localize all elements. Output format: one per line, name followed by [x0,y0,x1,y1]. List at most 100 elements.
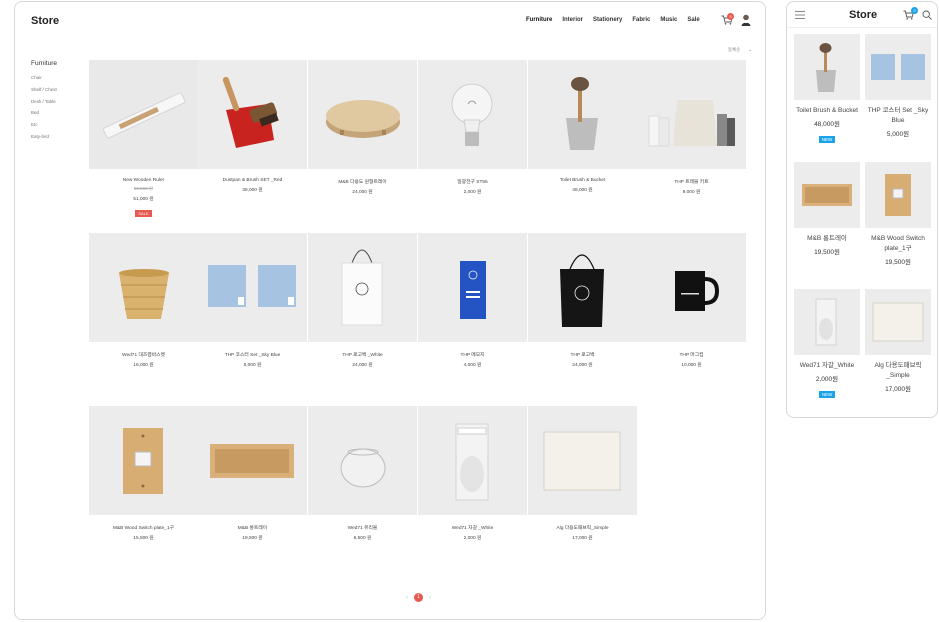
product-card[interactable]: M&B 다용도 원형트레이 24,000 원 [308,60,417,195]
product-card[interactable]: Toilet Brush & Bucket 48,000 원 [528,60,637,193]
avatar-icon[interactable] [741,14,751,26]
category-item-desk[interactable]: Desk / Table [31,99,57,104]
nav-interior[interactable]: Interior [562,17,583,23]
product-card[interactable]: M&B Wood Switch plate_1구 15,500 원 [89,406,198,541]
cart-count-badge: 0 [911,7,918,14]
product-name[interactable]: Dustpan & Brush SET _Red [198,178,307,183]
product-name[interactable]: New Wooden Ruler [89,178,198,183]
nav-furniture[interactable]: Furniture [526,17,552,23]
sort-select[interactable]: 등록순 [728,47,740,53]
product-image-toilet-brush[interactable] [794,34,860,100]
page-1-button[interactable]: 1 [414,593,423,602]
product-price: 5,000 원 [243,363,262,368]
store-logo[interactable]: Store [31,15,59,27]
product-image-fabric[interactable] [865,289,931,355]
category-item-chair[interactable]: Chair [31,75,57,80]
product-name[interactable]: THP 로고백 _White [308,351,417,358]
product-price: 19,500 원 [242,536,263,541]
product-name[interactable]: Wed71 대즈랩바스켓 [89,351,198,358]
product-image-basket[interactable] [89,233,198,342]
product-card[interactable]: THP 메모지 4,000 원 [418,233,527,368]
product-name[interactable]: Alg 다용도패브릭_Simple [865,361,931,381]
category-item-bed[interactable]: Bed [31,110,57,115]
product-image-bulb[interactable] [418,60,527,169]
header-divider [787,27,937,28]
product-price: 17,000 원 [572,536,593,541]
product-card[interactable]: Toilet Brush & Bucket 48,000원 NEW [794,34,860,146]
product-name[interactable]: THP 트래블 키트 [637,178,746,185]
chevron-down-icon[interactable]: ⌄ [748,47,752,53]
product-name[interactable]: M&B 롱트레이 [794,234,860,244]
product-card[interactable]: New Wooden Ruler 55,000 원 51,000 원 SALE [89,60,198,220]
product-name[interactable]: THP 머그컵 [637,351,746,358]
product-image-logo-bag-black[interactable] [528,233,637,342]
product-name[interactable]: M&B Wood Switch plate_1구 [89,524,198,531]
product-card[interactable]: THP 머그컵 10,000 원 [637,233,746,368]
product-card[interactable]: THP 로고백 _White 24,000 원 [308,233,417,368]
nav-stationery[interactable]: Stationery [593,17,622,23]
product-name[interactable]: Wed71 유리볼 [308,524,417,531]
product-card[interactable]: 일광전구 ST55 2,000 원 [418,60,527,195]
product-card[interactable]: M&B Wood Switch plate_1구 19,500원 [865,162,931,266]
product-image-switch-plate[interactable] [865,162,931,228]
prev-page-button[interactable]: ‹ [406,595,408,601]
product-card[interactable]: THP 로고백 24,000 원 [528,233,637,368]
product-image-long-tray[interactable] [794,162,860,228]
category-item-eaty-bird[interactable]: Eaty-bird [31,134,57,139]
product-image-toilet-brush[interactable] [528,60,637,169]
product-image-switch-plate[interactable] [89,406,198,515]
category-item-shelf[interactable]: Shelf / Chest [31,87,57,92]
product-image-glass-bowl[interactable] [308,406,417,515]
product-card[interactable]: M&B 롱트레이 19,500원 [794,162,860,256]
product-image-coaster[interactable] [198,233,307,342]
product-image-pebbles[interactable] [418,406,527,515]
product-name[interactable]: M&B 다용도 원형트레이 [308,178,417,185]
product-image-round-tray[interactable] [308,60,417,169]
product-name[interactable]: THP 코스터 Set _Sky Blue [198,351,307,358]
product-image-coaster[interactable] [865,34,931,100]
product-image-mug[interactable] [637,233,746,342]
product-image-memo[interactable] [418,233,527,342]
new-badge: NEW [818,136,836,143]
product-name[interactable]: Alg 다용도패브릭_Simple [528,524,637,531]
search-icon[interactable] [922,10,932,20]
product-card[interactable]: THP 코스터 Set _Sky Blue 5,000원 [865,34,931,138]
product-image-travel-kit[interactable] [637,60,746,169]
product-card[interactable]: Alg 다용도패브릭_Simple 17,000원 [865,289,931,393]
product-card[interactable]: THP 트래블 키트 9,000 원 [637,60,746,195]
product-card[interactable]: Alg 다용도패브릭_Simple 17,000 원 [528,406,637,541]
product-price: 5,000원 [886,131,910,138]
product-card[interactable]: Dustpan & Brush SET _Red 38,000 원 [198,60,307,193]
product-card[interactable]: THP 코스터 Set _Sky Blue 5,000 원 [198,233,307,368]
product-card[interactable]: Wed71 자갈_White 2,000원 NEW [794,289,860,401]
nav-music[interactable]: Music [660,17,677,23]
product-card[interactable]: M&B 롱트레이 19,500 원 [198,406,307,541]
product-price: 38,000 원 [242,188,263,193]
product-image-pebbles[interactable] [794,289,860,355]
product-name[interactable]: M&B Wood Switch plate_1구 [865,234,931,254]
product-name[interactable]: Toilet Brush & Bucket [528,178,637,183]
product-image-logo-bag-white[interactable] [308,233,417,342]
next-page-button[interactable]: › [429,595,431,601]
product-name[interactable]: Wed71 자갈_White [794,361,860,371]
product-image-long-tray[interactable] [198,406,307,515]
product-name[interactable]: THP 메모지 [418,351,527,358]
product-name[interactable]: Toilet Brush & Bucket [794,106,860,116]
product-name[interactable]: THP 로고백 [528,351,637,358]
product-name[interactable]: Wed71 자갈 _White [418,524,527,531]
product-image-fabric[interactable] [528,406,637,515]
menu-icon[interactable] [795,11,805,19]
product-name[interactable]: M&B 롱트레이 [198,524,307,531]
product-image-dustpan[interactable] [198,60,307,169]
nav-sale[interactable]: Sale [687,17,699,23]
product-name[interactable]: THP 코스터 Set _Sky Blue [865,106,931,126]
store-logo[interactable]: Store [849,9,877,21]
product-card[interactable]: Wed71 유리볼 6,500 원 [308,406,417,541]
product-name[interactable]: 일광전구 ST55 [418,178,527,185]
product-card[interactable]: Wed71 자갈 _White 2,000 원 [418,406,527,541]
nav-fabric[interactable]: Fabric [632,17,650,23]
product-price: 4,000 원 [463,363,482,368]
product-card[interactable]: Wed71 대즈랩바스켓 16,000 원 [89,233,198,368]
product-image-ruler[interactable] [89,60,198,169]
category-item-etc[interactable]: Etc [31,122,57,127]
